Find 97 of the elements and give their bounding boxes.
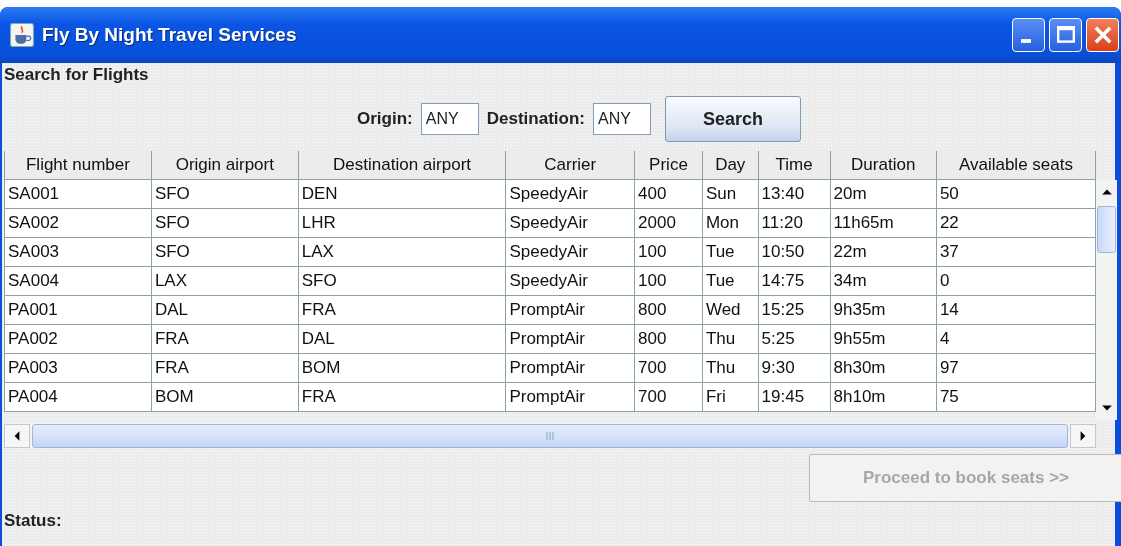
table-cell: PromptAir — [505, 382, 635, 412]
table-cell: PromptAir — [505, 324, 635, 354]
table-cell: 2000 — [634, 208, 703, 238]
table-cell: 0 — [936, 266, 1096, 296]
table-cell: 20m — [830, 179, 937, 209]
table-cell: SFO — [151, 237, 299, 267]
column-header[interactable]: Time — [758, 151, 831, 180]
table-cell: SA001 — [4, 179, 152, 209]
table-cell: PromptAir — [505, 295, 635, 325]
table-cell: SpeedyAir — [505, 208, 635, 238]
table-cell: SpeedyAir — [505, 237, 635, 267]
table-cell: 14:75 — [758, 266, 831, 296]
table-cell: 11:20 — [758, 208, 831, 238]
table-cell: 14 — [936, 295, 1096, 325]
table-cell: Sun — [702, 179, 759, 209]
column-header[interactable]: Carrier — [505, 151, 635, 180]
table-cell: PA004 — [4, 382, 152, 412]
destination-label: Destination: — [486, 109, 585, 129]
table-cell: 22m — [830, 237, 937, 267]
window-title: Fly By Night Travel Services — [42, 24, 298, 46]
table-cell: 100 — [634, 237, 703, 267]
table-cell: SFO — [151, 179, 299, 209]
table-cell: 100 — [634, 266, 703, 296]
table-cell: BOM — [298, 353, 506, 383]
table-cell: 19:45 — [758, 382, 831, 412]
column-header[interactable]: Origin airport — [151, 151, 299, 180]
table-cell: 800 — [634, 324, 703, 354]
close-button[interactable] — [1086, 18, 1119, 52]
column-header[interactable]: Price — [634, 151, 703, 180]
table-cell: LAX — [298, 237, 506, 267]
table-cell: 10:50 — [758, 237, 831, 267]
column-header[interactable]: Day — [702, 151, 759, 180]
table-cell: DAL — [298, 324, 506, 354]
table-cell: 4 — [936, 324, 1096, 354]
table-cell: DEN — [298, 179, 506, 209]
table-cell: 75 — [936, 382, 1096, 412]
status-label: Status: — [4, 511, 63, 531]
table-cell: 8h10m — [830, 382, 937, 412]
column-header[interactable]: Flight number — [4, 151, 152, 180]
table-cell: Thu — [702, 353, 759, 383]
table-cell: 700 — [634, 382, 703, 412]
destination-field[interactable]: ANY — [592, 103, 651, 135]
table-cell: Tue — [702, 237, 759, 267]
table-cell: LHR — [298, 208, 506, 238]
table-cell: Wed — [702, 295, 759, 325]
table-cell: Fri — [702, 382, 759, 412]
table-cell: FRA — [151, 324, 299, 354]
table-cell: PromptAir — [505, 353, 635, 383]
table-cell: PA003 — [4, 353, 152, 383]
table-cell: Thu — [702, 324, 759, 354]
table-cell: 13:40 — [758, 179, 831, 209]
grip-icon — [546, 431, 554, 441]
table-cell: PA001 — [4, 295, 152, 325]
table-cell: DAL — [151, 295, 299, 325]
table-cell: PA002 — [4, 324, 152, 354]
origin-field[interactable]: ANY — [420, 103, 479, 135]
table-cell: 9h55m — [830, 324, 937, 354]
table-cell: 34m — [830, 266, 937, 296]
table-cell: SFO — [151, 208, 299, 238]
column-header[interactable]: Destination airport — [298, 151, 506, 180]
origin-label: Origin: — [357, 109, 413, 129]
vertical-scrollbar[interactable] — [1096, 180, 1117, 420]
table-cell: 800 — [634, 295, 703, 325]
table-cell: BOM — [151, 382, 299, 412]
column-header[interactable]: Duration — [830, 151, 937, 180]
table-cell: 9h35m — [830, 295, 937, 325]
table-cell: Mon — [702, 208, 759, 238]
table-cell: LAX — [151, 266, 299, 296]
table-cell: SpeedyAir — [505, 179, 635, 209]
table-cell: SpeedyAir — [505, 266, 635, 296]
table-cell: 97 — [936, 353, 1096, 383]
table-cell: 37 — [936, 237, 1096, 267]
minimize-button[interactable] — [1012, 18, 1045, 52]
table-cell: SFO — [298, 266, 506, 296]
scroll-thumb[interactable] — [1097, 206, 1116, 253]
search-button[interactable]: Search — [664, 96, 801, 142]
cup-icon — [10, 23, 34, 47]
table-cell: FRA — [298, 382, 506, 412]
table-cell: Tue — [702, 266, 759, 296]
table-cell: 22 — [936, 208, 1096, 238]
table-cell: 8h30m — [830, 353, 937, 383]
table-cell: 5:25 — [758, 324, 831, 354]
table-cell: 50 — [936, 179, 1096, 209]
table-cell: 11h65m — [830, 208, 937, 238]
table-cell: FRA — [298, 295, 506, 325]
table-cell: SA003 — [4, 237, 152, 267]
table-cell: 15:25 — [758, 295, 831, 325]
minimize-icon — [1020, 39, 1031, 43]
table-cell: SA004 — [4, 266, 152, 296]
column-header[interactable]: Available seats — [936, 151, 1096, 180]
maximize-button[interactable] — [1049, 18, 1082, 52]
table-cell: FRA — [151, 353, 299, 383]
table-cell: SA002 — [4, 208, 152, 238]
table-cell: 700 — [634, 353, 703, 383]
table-cell: 400 — [634, 179, 703, 209]
section-heading: Search for Flights — [4, 65, 150, 86]
table-cell: 9:30 — [758, 353, 831, 383]
